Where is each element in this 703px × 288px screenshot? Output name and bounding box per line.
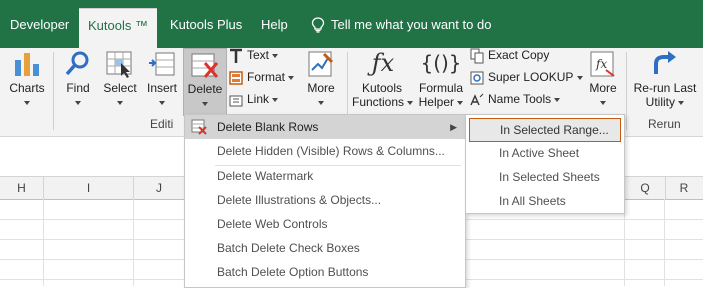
group-rerun-label: Rerun xyxy=(648,117,681,131)
submenu-item-label: In Active Sheet xyxy=(499,146,580,160)
delete-blank-rows-submenu: In Selected Range... In Active Sheet In … xyxy=(465,114,625,214)
submenu-arrow-icon: ▶ xyxy=(450,122,457,132)
submenu-item-in-selected-sheets[interactable]: In Selected Sheets xyxy=(469,166,619,188)
fx-more-icon: fx xyxy=(590,51,615,77)
format-menu-button[interactable]: Format xyxy=(229,70,295,85)
rerun-last-utility-button[interactable]: Re-run Last Utility xyxy=(630,48,700,114)
submenu-item-in-all-sheets[interactable]: In All Sheets xyxy=(469,190,619,212)
delete-label: Delete xyxy=(184,82,226,110)
formula-braces-icon: {()} xyxy=(420,51,462,75)
name-tools-icon xyxy=(470,93,484,106)
tab-help[interactable]: Help xyxy=(261,14,288,36)
super-lookup-button[interactable]: Super LOOKUP xyxy=(470,70,583,85)
more-tools-icon xyxy=(308,51,334,77)
menu-item-delete-blank-rows[interactable]: Delete Blank Rows ▶ xyxy=(185,115,465,139)
select-button[interactable]: Select xyxy=(101,48,139,132)
select-label: Select xyxy=(101,81,139,109)
submenu-item-in-active-sheet[interactable]: In Active Sheet xyxy=(469,142,619,164)
menu-item-label: Batch Delete Option Buttons xyxy=(217,265,369,279)
delete-dropdown-menu: Delete Blank Rows ▶ Delete Hidden (Visib… xyxy=(184,114,466,288)
name-tools-button[interactable]: Name Tools xyxy=(470,92,561,107)
text-menu-button[interactable]: Text xyxy=(229,48,279,64)
insert-rows-icon xyxy=(149,52,175,76)
delete-icon xyxy=(191,53,219,78)
find-button[interactable]: Find xyxy=(60,48,96,132)
menu-item-batch-delete-check-boxes[interactable]: Batch Delete Check Boxes xyxy=(185,236,465,260)
delete-button[interactable]: Delete xyxy=(183,48,227,116)
menu-item-label: Delete Illustrations & Objects... xyxy=(217,193,382,207)
select-range-icon xyxy=(106,51,132,78)
more2-label: More xyxy=(582,81,624,109)
fx-icon: ƒx xyxy=(371,49,395,77)
delete-rows-icon xyxy=(191,119,207,135)
find-label: Find xyxy=(60,81,96,109)
menu-item-delete-watermark[interactable]: Delete Watermark xyxy=(185,164,465,188)
column-header-r[interactable]: R xyxy=(665,177,703,199)
link-menu-button[interactable]: Link xyxy=(229,92,279,107)
menu-item-label: Delete Hidden (Visible) Rows & Columns..… xyxy=(217,144,445,158)
submenu-item-label: In Selected Range... xyxy=(500,123,609,137)
rerun-label: Re-run Last Utility xyxy=(633,81,697,109)
tab-developer[interactable]: Developer xyxy=(10,14,69,36)
copy-icon xyxy=(470,48,484,64)
grid-line xyxy=(43,199,44,286)
column-header-q[interactable]: Q xyxy=(624,177,666,199)
submenu-item-label: In All Sheets xyxy=(499,194,566,208)
menu-item-delete-hidden-rows-columns[interactable]: Delete Hidden (Visible) Rows & Columns..… xyxy=(185,139,465,163)
more-label: More xyxy=(300,81,342,109)
menu-item-label: Delete Web Controls xyxy=(217,217,328,231)
menu-item-delete-web-controls[interactable]: Delete Web Controls xyxy=(185,212,465,236)
link-icon xyxy=(229,95,243,107)
ribbon-tab-bar: Developer Kutools ™ Kutools Plus Help Te… xyxy=(0,0,703,49)
charts-label: Charts xyxy=(6,81,48,109)
lightbulb-icon xyxy=(311,17,325,33)
column-header-i[interactable]: I xyxy=(44,177,134,199)
charts-button[interactable]: Charts xyxy=(6,48,48,132)
bar-chart-icon xyxy=(15,53,39,76)
menu-item-label: Delete Watermark xyxy=(217,169,314,183)
grid-line xyxy=(664,199,665,286)
group-divider xyxy=(53,52,54,130)
submenu-item-label: In Selected Sheets xyxy=(499,170,600,184)
kutools-functions-label: Kutools Functions xyxy=(352,81,414,109)
tab-kutools-plus[interactable]: Kutools Plus xyxy=(170,14,242,36)
column-header-h[interactable]: H xyxy=(0,177,44,199)
insert-label: Insert xyxy=(143,81,181,109)
tab-kutools[interactable]: Kutools ™ xyxy=(79,8,157,49)
menu-item-label: Delete Blank Rows xyxy=(217,120,319,134)
grid-line xyxy=(133,199,134,286)
submenu-item-in-selected-range[interactable]: In Selected Range... xyxy=(469,118,621,142)
formula-helper-label: Formula Helper xyxy=(418,81,464,109)
svg-text:fx: fx xyxy=(595,57,607,71)
exact-copy-button[interactable]: Exact Copy xyxy=(470,48,549,64)
column-header-j[interactable]: J xyxy=(134,177,185,199)
lookup-icon xyxy=(470,71,484,85)
format-icon xyxy=(229,71,243,85)
group-editing-label: Editi xyxy=(150,117,174,131)
menu-item-delete-illustrations-objects[interactable]: Delete Illustrations & Objects... xyxy=(185,188,465,212)
tell-me-search[interactable]: Tell me what you want to do xyxy=(311,14,491,36)
menu-item-batch-delete-option-buttons[interactable]: Batch Delete Option Buttons xyxy=(185,260,465,284)
tell-me-label: Tell me what you want to do xyxy=(331,17,492,32)
menu-item-label: Batch Delete Check Boxes xyxy=(217,241,360,255)
group-divider xyxy=(626,52,627,130)
text-icon xyxy=(230,48,242,63)
redo-arrow-icon xyxy=(654,51,676,74)
magnifier-icon xyxy=(65,51,89,76)
